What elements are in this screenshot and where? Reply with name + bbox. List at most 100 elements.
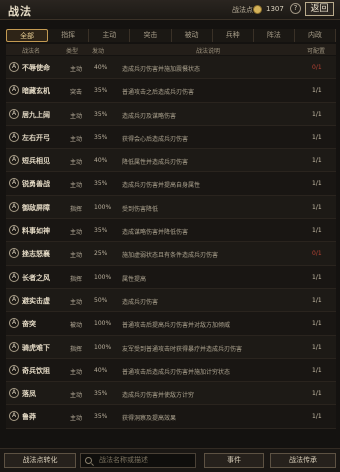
skill-type: 主动: [70, 368, 83, 376]
skill-desc: 普通攻击后造成兵刃伤害并施加计穷状态: [122, 368, 231, 376]
skill-type: 被动: [70, 322, 83, 330]
skill-row[interactable]: A 居九上阔 主动 35% 造成兵刃及谋略伤害 1/1: [6, 102, 336, 126]
tab-assault[interactable]: 突击: [130, 29, 172, 42]
skill-name: 暗藏玄机: [22, 87, 50, 96]
skill-type: 主动: [70, 392, 83, 400]
skill-desc: 获得会心后造成兵刃伤害: [122, 135, 189, 143]
tab-troop[interactable]: 兵种: [212, 29, 254, 42]
skill-row[interactable]: A 左右开弓 主动 35% 获得会心后造成兵刃伤害 1/1: [6, 125, 336, 150]
events-button[interactable]: 事件: [204, 453, 264, 468]
skill-row[interactable]: A 御敌屏障 指挥 100% 受到伤害降低 1/1: [6, 195, 336, 220]
col-config[interactable]: 可配置: [307, 46, 325, 55]
skill-row[interactable]: A 奋突 被动 100% 普通攻击后提高兵刃伤害并对敌方加倾威 1/1: [6, 312, 336, 336]
skill-rate: 35%: [94, 413, 108, 421]
skill-desc: 降低属性并造成兵刃伤害: [122, 159, 189, 167]
skill-desc: 造成兵刃伤害并施加震慑状态: [122, 66, 201, 73]
skill-row[interactable]: A 短兵相见 主动 40% 降低属性并造成兵刃伤害 1/1: [6, 149, 336, 173]
skill-config: 1/1: [312, 87, 322, 95]
help-button[interactable]: ?: [290, 3, 301, 14]
col-name[interactable]: 战法名: [22, 46, 40, 55]
tab-command[interactable]: 指挥: [48, 29, 90, 42]
skill-rate: 35%: [94, 110, 108, 118]
grade-badge: A: [9, 411, 19, 422]
skill-rate: 100%: [94, 273, 112, 281]
grade-badge: A: [9, 318, 19, 329]
skill-desc: 造成谋略伤害并降低伤害: [122, 229, 189, 237]
skill-type: 主动: [70, 66, 83, 73]
page-title: 战法: [8, 5, 32, 18]
grade-badge: A: [9, 388, 19, 399]
skill-name: 奋突: [22, 320, 36, 329]
tab-formation[interactable]: 阵法: [253, 29, 295, 42]
skill-row[interactable]: A 奇兵饮阻 主动 40% 普通攻击后造成兵刃伤害并施加计穷状态 1/1: [6, 358, 336, 383]
skill-rate: 100%: [94, 320, 112, 328]
skill-type: 主动: [70, 229, 83, 237]
grade-badge: A: [9, 271, 19, 282]
grade-badge: A: [9, 201, 19, 212]
skill-desc: 获得洞察及提高效果: [122, 415, 177, 423]
skill-type: 主动: [70, 112, 83, 120]
skill-config: 1/1: [312, 366, 322, 374]
grade-badge: A: [9, 85, 19, 96]
skill-row[interactable]: A 锐勇善战 主动 35% 造成兵刃伤害并提高自身属性 1/1: [6, 172, 336, 196]
col-rate[interactable]: 发动: [92, 46, 104, 55]
tab-active[interactable]: 主动: [89, 29, 131, 42]
back-button[interactable]: 返回: [305, 2, 334, 16]
skill-row[interactable]: A 挫志怒襄 主动 25% 施加虚弱状态且有条件造成兵刃伤害 0/1: [6, 242, 336, 266]
skill-row[interactable]: A 长者之风 指挥 100% 属性提高 1/1: [6, 265, 336, 289]
skill-config: 1/1: [312, 273, 322, 281]
skill-row[interactable]: A 骑虎难下 指挥 100% 友军受到普通攻击时获得暴疗并造成兵刃伤害 1/1: [6, 335, 336, 359]
skill-row[interactable]: A 落凤 主动 35% 造成兵刃伤害并使敌方计穷 1/1: [6, 382, 336, 406]
search-icon: [85, 457, 92, 464]
skill-rate: 50%: [94, 296, 108, 304]
skill-desc: 友军受到普通攻击时获得暴疗并造成兵刃伤害: [122, 345, 243, 353]
skill-name: 避实击虚: [22, 296, 50, 305]
grade-badge: A: [9, 364, 19, 375]
skill-name: 居九上阔: [22, 110, 50, 119]
skill-desc: 造成兵刃伤害: [122, 298, 159, 306]
skill-rate: 35%: [94, 133, 108, 141]
skill-row[interactable]: A 不辱使命 主动 40% 造成兵刃伤害并施加震慑状态 0/1: [6, 56, 336, 80]
skill-name: 骑虎难下: [22, 343, 50, 352]
skill-rate: 35%: [94, 390, 108, 398]
convert-points-button[interactable]: 战法点转化: [4, 453, 76, 468]
inherit-button[interactable]: 战法传承: [270, 453, 336, 468]
category-tabs: 全部 指挥 主动 突击 被动 兵种 阵法 内政: [6, 29, 336, 42]
skill-rate: 25%: [94, 250, 108, 258]
skill-rate: 35%: [94, 227, 108, 235]
grade-badge: A: [9, 131, 19, 142]
tab-passive[interactable]: 被动: [171, 29, 213, 42]
skill-desc: 造成兵刃及谋略伤害: [122, 112, 177, 120]
skill-row[interactable]: A 鲁莽 主动 35% 获得洞察及提高效果 1/1: [6, 405, 336, 429]
search-input[interactable]: 战法名称或描述: [80, 453, 196, 468]
skill-rate: 40%: [94, 64, 108, 71]
skill-type: 主动: [70, 159, 83, 167]
skill-config: 1/1: [312, 133, 322, 141]
skill-rate: 100%: [94, 203, 112, 211]
grade-badge: A: [9, 341, 19, 352]
skill-config: 1/1: [312, 180, 322, 188]
skill-config: 1/1: [312, 320, 322, 328]
grade-badge: A: [9, 155, 19, 166]
skill-row[interactable]: A 避实击虚 主动 50% 造成兵刃伤害 1/1: [6, 288, 336, 313]
skill-row[interactable]: A 料事如神 主动 35% 造成谋略伤害并降低伤害 1/1: [6, 219, 336, 243]
tab-all[interactable]: 全部: [6, 29, 49, 42]
skill-config: 1/1: [312, 390, 322, 398]
skill-name: 左右开弓: [22, 133, 50, 142]
skill-name: 挫志怒襄: [22, 250, 50, 259]
skill-name: 料事如神: [22, 227, 50, 236]
skill-desc: 施加虚弱状态且有条件造成兵刃伤害: [122, 252, 219, 260]
skill-desc: 造成兵刃伤害并提高自身属性: [122, 182, 201, 190]
grade-badge: A: [9, 294, 19, 305]
table-header: 战法名 类型 发动 战法说明 可配置: [6, 44, 336, 55]
skill-row[interactable]: A 暗藏玄机 突击 35% 普通攻击之后造成兵刃伤害 1/1: [6, 79, 336, 103]
skill-name: 御敌屏障: [22, 203, 50, 212]
skill-rate: 40%: [94, 157, 108, 165]
tab-internal[interactable]: 内政: [294, 29, 336, 42]
convert-label: 战法点转化: [22, 456, 58, 464]
skill-config: 1/1: [312, 296, 322, 304]
col-type[interactable]: 类型: [66, 46, 78, 55]
skill-type: 主动: [70, 182, 83, 190]
skill-name: 短兵相见: [22, 157, 50, 166]
coin-icon: [253, 5, 262, 14]
